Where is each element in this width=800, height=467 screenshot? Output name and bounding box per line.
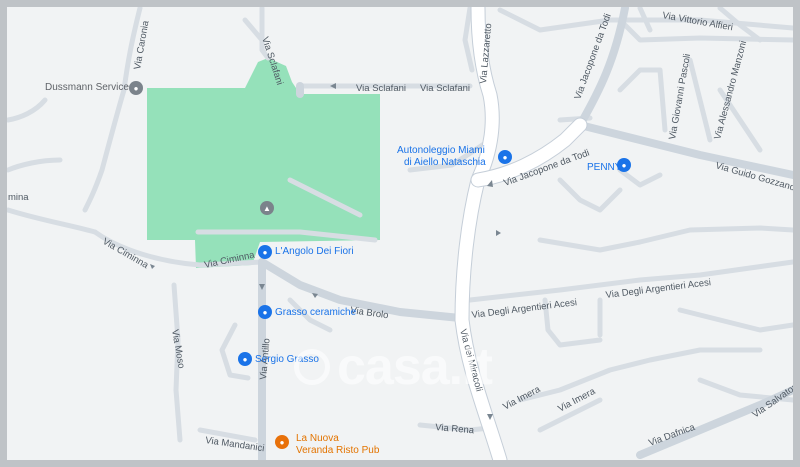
watermark: casa.it xyxy=(337,338,493,396)
street-label: Via Rena xyxy=(435,422,475,436)
map-frame: Via Sclafani Via Sclafani Via Sclafani V… xyxy=(0,0,800,467)
poi-label: Dussmann Service xyxy=(45,82,129,93)
poi-label: Autonoleggio Miami xyxy=(397,145,485,156)
restaurant-icon: ● xyxy=(275,435,289,449)
shopping-bag-icon: ● xyxy=(258,245,272,259)
shopping-cart-icon: ● xyxy=(617,158,631,172)
poi-label: Veranda Risto Pub xyxy=(296,445,380,456)
shopping-bag-icon: ● xyxy=(238,352,252,366)
poi-label: di Aiello Nataschia xyxy=(404,157,486,168)
service-icon: ● xyxy=(129,81,143,95)
street-label: Via Sclafani xyxy=(420,83,470,94)
watermark-logo-icon xyxy=(294,349,330,385)
park-icon[interactable]: ▲ xyxy=(260,201,274,215)
poi-label: Grasso ceramiche xyxy=(275,307,357,318)
arrow-icon xyxy=(150,264,155,269)
arrow-icon xyxy=(496,230,501,236)
street-label: Via Degli Argentieri Acesi xyxy=(471,297,578,321)
street-label: mina xyxy=(8,192,29,203)
shopping-bag-icon: ● xyxy=(258,305,272,319)
poi-label: L'Angolo Dei Fiori xyxy=(275,246,354,257)
poi-label: La Nuova xyxy=(296,433,339,444)
car-rental-icon: ● xyxy=(498,150,512,164)
street-label: Via Sclafani xyxy=(356,83,406,94)
street-label: Via Moso xyxy=(169,329,187,370)
street-label: Via Giovanni Pascoli xyxy=(667,53,693,141)
